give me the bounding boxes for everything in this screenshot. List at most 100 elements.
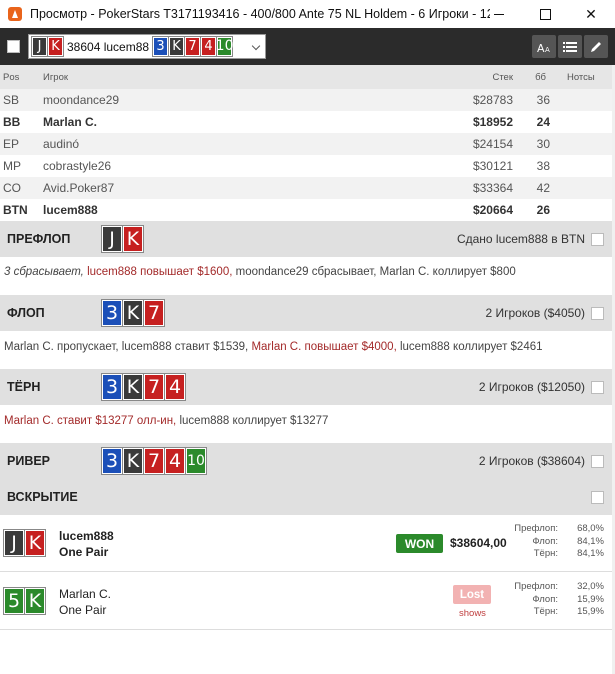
edit-icon <box>591 41 601 52</box>
card-diamond: 3 <box>153 37 169 57</box>
svg-text:A: A <box>537 42 545 53</box>
player-stack: $30121 <box>472 159 513 173</box>
player-stack-bb: 26 <box>536 203 550 217</box>
player-name: cobrastyle26 <box>43 159 112 173</box>
card-heart: 7 <box>144 300 164 326</box>
showdown-checkbox[interactable] <box>591 491 604 504</box>
street-showdown: ВСКРЫТИЕ <box>0 479 612 515</box>
player-stack-bb: 38 <box>536 159 550 173</box>
minimize-button[interactable] <box>476 0 522 28</box>
player-position: EP <box>3 137 20 151</box>
board-cards: 3 K 7 4 10 <box>153 36 234 57</box>
title-bar: Просмотр - PokerStars T3171193416 - 400/… <box>0 0 615 28</box>
street-river: РИВЕР 3 K 7 4 10 2 Игроков ($38604) <box>0 443 612 479</box>
won-badge: WON <box>396 534 443 553</box>
player-row[interactable]: SB moondance29 $28783 36 <box>0 89 612 111</box>
action-text-hero: lucem888 повышает $1600, <box>87 266 233 278</box>
player-cards: 5K <box>4 588 46 614</box>
card-diamond: 3 <box>102 374 122 400</box>
player-stack-bb: 36 <box>536 93 550 107</box>
player-name: Marlan C. <box>43 115 98 129</box>
equity-value: 15,9% <box>577 593 604 605</box>
lost-badge: Lost <box>453 585 491 604</box>
equity-label: Тёрн: <box>533 606 558 617</box>
player-name: Marlan C. <box>59 587 112 601</box>
equity-label: Префлоп: <box>514 581 558 592</box>
turn-checkbox[interactable] <box>591 381 604 394</box>
header-notes: Нотсы <box>567 71 595 83</box>
edit-button[interactable] <box>584 35 608 58</box>
font-size-button[interactable]: AA <box>532 35 556 58</box>
showdown-player-row: 5K Marlan C. One Pair Lost shows Префлоп… <box>0 573 612 630</box>
flop-cards: 3K7 <box>102 300 165 326</box>
player-name: moondance29 <box>43 93 120 107</box>
player-name: lucem888 <box>43 203 98 217</box>
card-spade: K <box>169 37 185 57</box>
turn-cards: 3K74 <box>102 374 186 400</box>
card-club: K <box>25 588 45 614</box>
card-club: 10 <box>186 448 206 474</box>
player-row[interactable]: MP cobrastyle26 $30121 38 <box>0 155 612 177</box>
street-preflop: ПРЕФЛОП JK Сдано lucem888 в BTN <box>0 221 612 257</box>
card-heart: 4 <box>201 37 217 57</box>
card-spade: K <box>123 374 143 400</box>
action-text: lucem888 коллирует $13277 <box>179 415 329 427</box>
player-row[interactable]: EP audinó $24154 30 <box>0 133 612 155</box>
select-checkbox[interactable] <box>7 40 20 53</box>
maximize-button[interactable] <box>522 0 568 28</box>
card-heart: 7 <box>144 374 164 400</box>
player-position: MP <box>3 159 21 173</box>
player-row[interactable]: BB Marlan C. $18952 24 <box>0 111 612 133</box>
equity-label: Префлоп: <box>514 523 558 534</box>
turn-actions: Marlan C. ставит $13277 олл-ин, lucem888… <box>4 415 328 427</box>
action-text: Marlan C. пропускает, lucem888 ставит $1… <box>4 341 249 353</box>
player-hand-rank: One Pair <box>59 545 109 559</box>
action-text: moondance29 сбрасывает, Marlan C. коллир… <box>235 266 516 278</box>
header-player: Игрок <box>43 71 69 83</box>
header-stack: Стек <box>492 71 513 83</box>
player-stack-bb: 42 <box>536 181 550 195</box>
street-flop-label: ФЛОП <box>7 306 45 320</box>
equity-table: Префлоп: 32,0% Флоп: 15,9% Тёрн: 15,9% <box>508 581 604 619</box>
equity-label: Флоп: <box>532 593 558 605</box>
card-heart: 7 <box>185 37 201 57</box>
player-row[interactable]: BTN lucem888 $20664 26 <box>0 199 612 221</box>
player-stack: $24154 <box>472 137 513 151</box>
equity-label: Тёрн: <box>533 548 558 559</box>
players-table: Pos Игрок Стек бб Нотсы SB moondance29 $28… <box>0 65 612 221</box>
shows-label: shows <box>459 608 486 619</box>
player-stack: $28783 <box>472 93 513 107</box>
header-bb: бб <box>535 71 546 83</box>
street-preflop-label: ПРЕФЛОП <box>7 232 71 246</box>
card-heart: K <box>25 530 45 556</box>
preflop-info: Сдано lucem888 в BTN <box>456 232 585 246</box>
river-checkbox[interactable] <box>591 455 604 468</box>
player-stack-bb: 24 <box>536 115 550 129</box>
hand-selector-dropdown[interactable]: JK 38604 lucem88 3 K 7 4 10 <box>28 34 266 59</box>
players-table-header: Pos Игрок Стек бб Нотсы <box>0 65 612 89</box>
player-position: BB <box>3 115 21 129</box>
equity-table: Префлоп: 68,0% Флоп: 84,1% Тёрн: 84,1% <box>508 523 604 561</box>
equity-value: 84,1% <box>577 535 604 547</box>
turn-info: 2 Игроков ($12050) <box>478 380 585 394</box>
card-club: 5 <box>4 588 24 614</box>
card-spade: J <box>4 530 24 556</box>
list-view-button[interactable] <box>558 35 582 58</box>
close-button[interactable]: ✕ <box>568 0 614 28</box>
won-amount: $38604,00 <box>450 536 507 550</box>
flop-checkbox[interactable] <box>591 307 604 320</box>
street-turn-label: ТЁРН <box>7 380 41 394</box>
equity-value: 15,9% <box>577 606 604 617</box>
equity-label: Флоп: <box>532 535 558 547</box>
player-stack: $33364 <box>472 181 513 195</box>
action-text: lucem888 коллирует $2461 <box>399 341 543 353</box>
equity-value: 32,0% <box>577 581 604 592</box>
preflop-checkbox[interactable] <box>591 233 604 246</box>
player-row[interactable]: CO Avid.Poker87 $33364 42 <box>0 177 612 199</box>
flop-info: 2 Игроков ($4050) <box>485 306 586 320</box>
player-position: CO <box>3 181 21 195</box>
card-club: 10 <box>215 36 234 56</box>
flop-actions: Marlan C. пропускает, lucem888 ставит $1… <box>4 341 543 353</box>
card-spade: K <box>123 300 143 326</box>
list-icon <box>563 41 577 52</box>
